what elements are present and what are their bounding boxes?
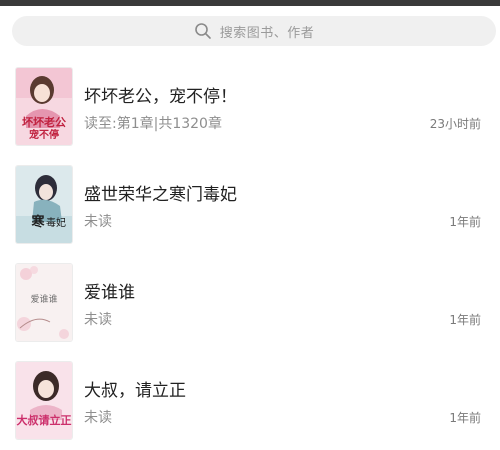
cover-title: 大叔请立正 (17, 413, 72, 427)
book-item[interactable]: 大叔请立正 大叔，请立正 未读 1年前 (0, 352, 500, 450)
search-bar[interactable]: 搜索图书、作者 (12, 16, 496, 46)
cover-title-line-2: 宠不停 (29, 128, 59, 141)
bookshelf-list: 坏坏老公 宠不停 坏坏老公，宠不停！ 读至:第1章|共1320章 23小时前 寒… (0, 58, 500, 450)
book-cover[interactable]: 坏坏老公 宠不停 (16, 68, 72, 145)
book-title: 坏坏老公，宠不停！ (84, 87, 237, 107)
last-read-time: 1年前 (449, 313, 481, 327)
book-cover[interactable]: 爱谁谁 (16, 264, 72, 341)
book-item[interactable]: 爱谁谁 爱谁谁 未读 1年前 (0, 254, 500, 352)
book-title: 盛世荣华之寒门毒妃 (84, 185, 237, 205)
book-cover[interactable]: 大叔请立正 (16, 362, 72, 439)
last-read-time: 1年前 (449, 411, 481, 425)
book-title: 大叔，请立正 (84, 381, 186, 401)
search-placeholder: 搜索图书、作者 (219, 25, 315, 41)
search-inner: 搜索图书、作者 (194, 22, 315, 41)
book-item[interactable]: 寒 毒妃 盛世荣华之寒门毒妃 未读 1年前 (0, 156, 500, 254)
search-icon (194, 22, 212, 40)
last-read-time: 23小时前 (429, 117, 481, 131)
book-title: 爱谁谁 (84, 283, 135, 303)
reading-progress: 未读 (84, 410, 112, 426)
cover-title-char-1: 寒 (30, 214, 45, 230)
cover-title: 爱谁谁 (30, 294, 57, 305)
status-bar-strip (0, 0, 500, 6)
book-cover[interactable]: 寒 毒妃 (16, 166, 72, 243)
reading-progress: 读至:第1章|共1320章 (84, 116, 222, 132)
cover-title-char-2: 毒妃 (46, 216, 66, 229)
book-item[interactable]: 坏坏老公 宠不停 坏坏老公，宠不停！ 读至:第1章|共1320章 23小时前 (0, 58, 500, 156)
reading-progress: 未读 (84, 214, 112, 230)
reading-progress: 未读 (84, 312, 112, 328)
last-read-time: 1年前 (449, 215, 481, 229)
cover-title-line-1: 坏坏老公 (22, 115, 66, 129)
